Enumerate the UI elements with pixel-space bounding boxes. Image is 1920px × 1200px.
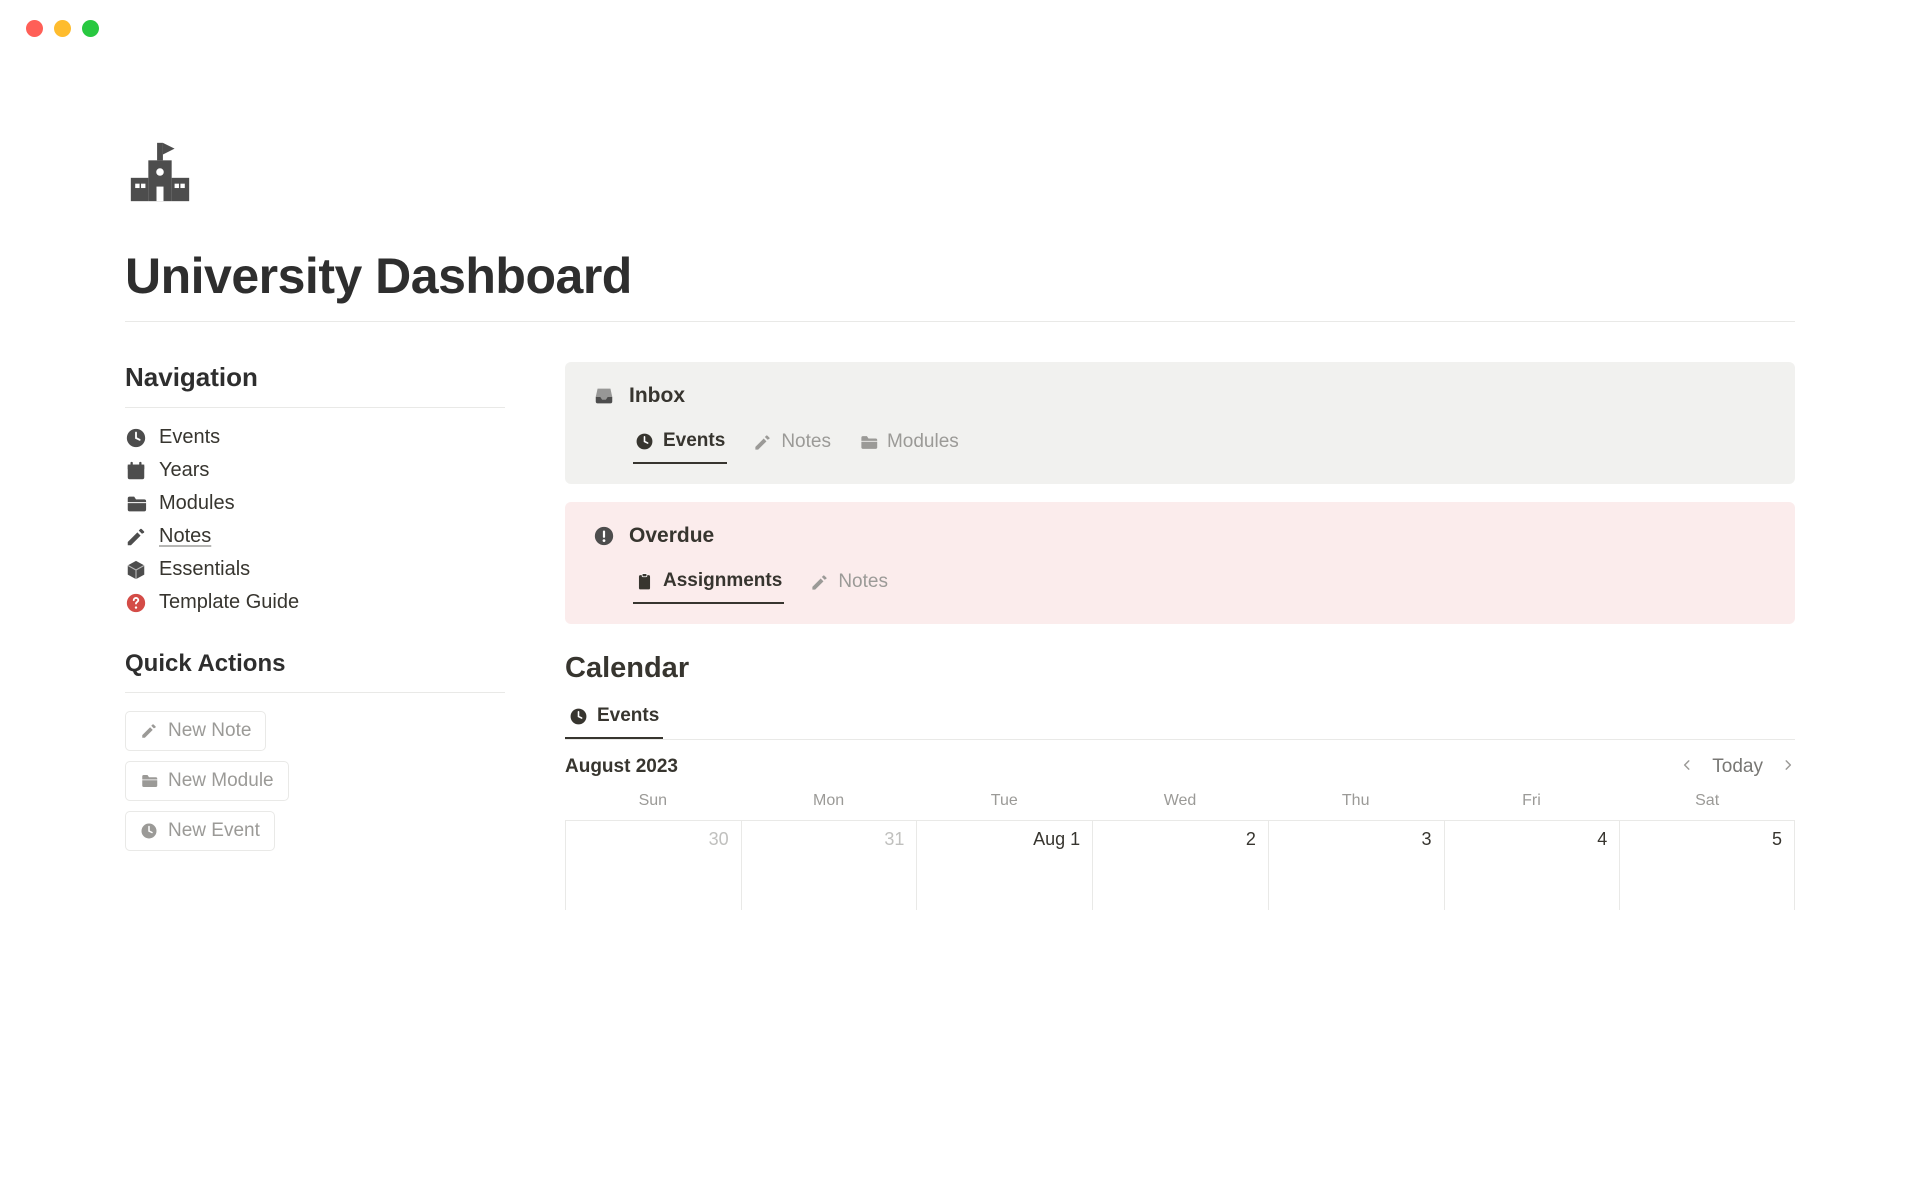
inbox-tab-notes[interactable]: Notes (751, 425, 833, 463)
calendar-today-button[interactable]: Today (1712, 756, 1763, 778)
nav-item-label: Modules (159, 492, 235, 515)
calendar-cell[interactable]: 3 (1268, 820, 1444, 910)
pencil-icon (810, 573, 829, 592)
nav-item-label: Events (159, 426, 220, 449)
dow-label: Wed (1092, 792, 1268, 820)
calendar-tab-events[interactable]: Events (565, 699, 663, 739)
window-close-button[interactable] (26, 20, 43, 37)
tab-label: Events (597, 705, 659, 727)
window-zoom-button[interactable] (82, 20, 99, 37)
dow-label: Thu (1268, 792, 1444, 820)
nav-item-label: Template Guide (159, 591, 299, 614)
folder-icon (125, 493, 147, 515)
button-label: New Module (168, 770, 274, 792)
nav-item-modules[interactable]: Modules (125, 492, 505, 515)
clock-icon (635, 432, 654, 451)
help-icon (125, 592, 147, 614)
divider (125, 321, 1795, 322)
box-icon (125, 559, 147, 581)
button-label: New Event (168, 820, 260, 842)
button-label: New Note (168, 720, 251, 742)
clipboard-icon (635, 572, 654, 591)
dow-label: Mon (741, 792, 917, 820)
calendar-cell[interactable]: 30 (565, 820, 741, 910)
clock-icon (569, 707, 588, 726)
pencil-icon (753, 433, 772, 452)
new-module-button[interactable]: New Module (125, 761, 289, 801)
nav-heading: Navigation (125, 362, 505, 393)
window-controls (0, 0, 1920, 37)
overdue-tab-notes[interactable]: Notes (808, 565, 890, 603)
tab-label: Notes (838, 571, 888, 593)
page-icon-school[interactable] (125, 137, 195, 217)
dow-label: Fri (1444, 792, 1620, 820)
pencil-icon (140, 722, 158, 740)
calendar-cell[interactable]: 2 (1092, 820, 1268, 910)
overdue-tab-assignments[interactable]: Assignments (633, 564, 784, 604)
inbox-callout: Inbox Events Notes Modules (565, 362, 1795, 484)
nav-item-label: Essentials (159, 558, 250, 581)
dow-label: Tue (916, 792, 1092, 820)
inbox-tab-events[interactable]: Events (633, 424, 727, 464)
tab-label: Assignments (663, 570, 782, 592)
page-title: University Dashboard (125, 247, 1795, 305)
window-minimize-button[interactable] (54, 20, 71, 37)
tab-label: Notes (781, 431, 831, 453)
dow-label: Sat (1619, 792, 1795, 820)
calendar-next-button[interactable] (1781, 756, 1795, 778)
nav-item-template-guide[interactable]: Template Guide (125, 591, 505, 614)
new-event-button[interactable]: New Event (125, 811, 275, 851)
calendar-month-label: August 2023 (565, 756, 678, 778)
calendar-prev-button[interactable] (1680, 756, 1694, 778)
calendar-cell[interactable]: 4 (1444, 820, 1620, 910)
calendar-icon (125, 460, 147, 482)
new-note-button[interactable]: New Note (125, 711, 266, 751)
calendar-cell[interactable]: Aug 1 (916, 820, 1092, 910)
tab-label: Modules (887, 431, 959, 453)
inbox-title: Inbox (629, 384, 685, 408)
main-content: Inbox Events Notes Modules (565, 362, 1795, 910)
tab-label: Events (663, 430, 725, 452)
alert-icon (593, 525, 615, 547)
pencil-icon (125, 526, 147, 548)
clock-icon (140, 822, 158, 840)
calendar-cell[interactable]: 31 (741, 820, 917, 910)
folder-icon (140, 772, 158, 790)
calendar-heading: Calendar (565, 652, 1795, 685)
calendar-grid: Sun Mon Tue Wed Thu Fri Sat 30 31 Aug 1 … (565, 792, 1795, 910)
nav-item-essentials[interactable]: Essentials (125, 558, 505, 581)
calendar-cell[interactable]: 5 (1619, 820, 1795, 910)
folder-icon (859, 433, 878, 452)
dow-label: Sun (565, 792, 741, 820)
nav-item-label: Notes (159, 525, 211, 548)
sidebar: Navigation Events Years Modules Notes (125, 362, 505, 910)
nav-item-notes[interactable]: Notes (125, 525, 505, 548)
inbox-icon (593, 385, 615, 407)
nav-item-label: Years (159, 459, 209, 482)
divider (125, 692, 505, 693)
clock-icon (125, 427, 147, 449)
quick-actions-heading: Quick Actions (125, 650, 505, 678)
nav-item-years[interactable]: Years (125, 459, 505, 482)
nav-item-events[interactable]: Events (125, 426, 505, 449)
inbox-tab-modules[interactable]: Modules (857, 425, 961, 463)
overdue-title: Overdue (629, 524, 714, 548)
divider (125, 407, 505, 408)
overdue-callout: Overdue Assignments Notes (565, 502, 1795, 624)
